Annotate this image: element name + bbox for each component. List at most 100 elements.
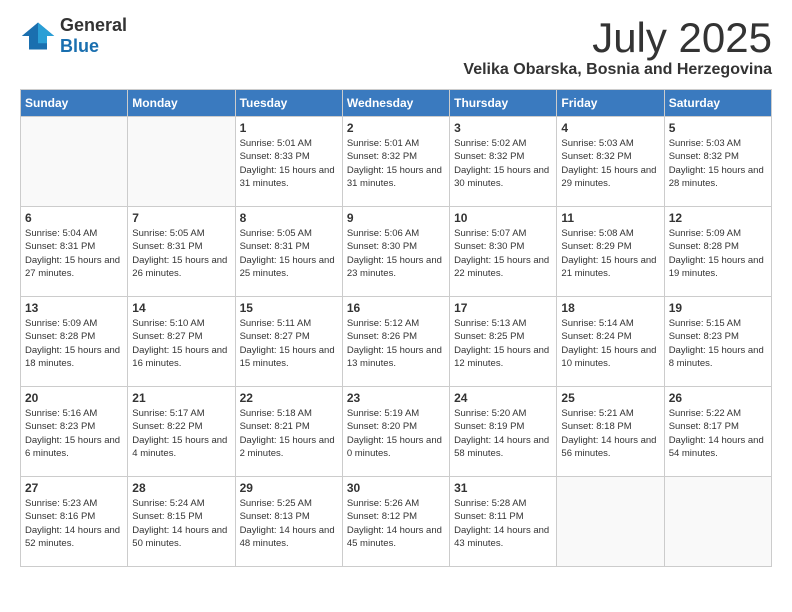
day-number: 8 bbox=[240, 211, 338, 225]
week-row-3: 13 Sunrise: 5:09 AMSunset: 8:28 PMDayligh… bbox=[21, 297, 772, 387]
day-number: 16 bbox=[347, 301, 445, 315]
day-number: 27 bbox=[25, 481, 123, 495]
calendar-cell: 24 Sunrise: 5:20 AMSunset: 8:19 PMDayligh… bbox=[450, 387, 557, 477]
day-info: Sunrise: 5:26 AMSunset: 8:12 PMDaylight:… bbox=[347, 497, 445, 550]
week-row-1: 1 Sunrise: 5:01 AMSunset: 8:33 PMDaylight… bbox=[21, 117, 772, 207]
calendar-cell: 28Sunrise: 5:24 AMSunset: 8:15 PMDayligh… bbox=[128, 477, 235, 567]
day-info: Sunrise: 5:21 AMSunset: 8:18 PMDaylight:… bbox=[561, 407, 659, 460]
calendar-cell: 25Sunrise: 5:21 AMSunset: 8:18 PMDayligh… bbox=[557, 387, 664, 477]
day-number: 6 bbox=[25, 211, 123, 225]
day-number: 29 bbox=[240, 481, 338, 495]
calendar-cell: 23Sunrise: 5:19 AMSunset: 8:20 PMDayligh… bbox=[342, 387, 449, 477]
calendar-cell: 3Sunrise: 5:02 AMSunset: 8:32 PMDaylight… bbox=[450, 117, 557, 207]
calendar-cell: 11Sunrise: 5:08 AMSunset: 8:29 PMDayligh… bbox=[557, 207, 664, 297]
calendar-cell: 9 Sunrise: 5:06 AMSunset: 8:30 PMDaylight… bbox=[342, 207, 449, 297]
day-number: 15 bbox=[240, 301, 338, 315]
month-title: July 2025 bbox=[463, 15, 772, 61]
logo-general: General bbox=[60, 15, 127, 35]
day-info: Sunrise: 5:12 AMSunset: 8:26 PMDaylight:… bbox=[347, 317, 445, 370]
day-number: 2 bbox=[347, 121, 445, 135]
day-info: Sunrise: 5:09 AMSunset: 8:28 PMDaylight:… bbox=[25, 317, 123, 370]
day-number: 18 bbox=[561, 301, 659, 315]
day-number: 30 bbox=[347, 481, 445, 495]
day-info: Sunrise: 5:04 AMSunset: 8:31 PMDaylight:… bbox=[25, 227, 123, 280]
day-info: Sunrise: 5:03 AMSunset: 8:32 PMDaylight:… bbox=[669, 137, 767, 190]
calendar-cell bbox=[664, 477, 771, 567]
day-info: Sunrise: 5:25 AMSunset: 8:13 PMDaylight:… bbox=[240, 497, 338, 550]
calendar-cell: 6 Sunrise: 5:04 AMSunset: 8:31 PMDaylight… bbox=[21, 207, 128, 297]
logo-icon bbox=[20, 18, 56, 54]
day-info: Sunrise: 5:15 AMSunset: 8:23 PMDaylight:… bbox=[669, 317, 767, 370]
day-number: 20 bbox=[25, 391, 123, 405]
day-info: Sunrise: 5:05 AMSunset: 8:31 PMDaylight:… bbox=[132, 227, 230, 280]
day-number: 22 bbox=[240, 391, 338, 405]
day-info: Sunrise: 5:13 AMSunset: 8:25 PMDaylight:… bbox=[454, 317, 552, 370]
day-info: Sunrise: 5:23 AMSunset: 8:16 PMDaylight:… bbox=[25, 497, 123, 550]
day-info: Sunrise: 5:03 AMSunset: 8:32 PMDaylight:… bbox=[561, 137, 659, 190]
logo-blue: Blue bbox=[60, 36, 99, 56]
header-row: SundayMondayTuesdayWednesdayThursdayFrid… bbox=[21, 90, 772, 117]
logo-text: General Blue bbox=[60, 15, 127, 57]
day-number: 19 bbox=[669, 301, 767, 315]
header-day-monday: Monday bbox=[128, 90, 235, 117]
calendar-cell: 30 Sunrise: 5:26 AMSunset: 8:12 PMDayligh… bbox=[342, 477, 449, 567]
day-info: Sunrise: 5:14 AMSunset: 8:24 PMDaylight:… bbox=[561, 317, 659, 370]
day-number: 17 bbox=[454, 301, 552, 315]
page-header: General Blue July 2025 Velika Obarska, B… bbox=[20, 15, 772, 79]
day-info: Sunrise: 5:22 AMSunset: 8:17 PMDaylight:… bbox=[669, 407, 767, 460]
calendar-table: SundayMondayTuesdayWednesdayThursdayFrid… bbox=[20, 89, 772, 567]
day-number: 1 bbox=[240, 121, 338, 135]
day-info: Sunrise: 5:06 AMSunset: 8:30 PMDaylight:… bbox=[347, 227, 445, 280]
day-info: Sunrise: 5:01 AMSunset: 8:32 PMDaylight:… bbox=[347, 137, 445, 190]
calendar-cell: 12 Sunrise: 5:09 AMSunset: 8:28 PMDayligh… bbox=[664, 207, 771, 297]
header-day-thursday: Thursday bbox=[450, 90, 557, 117]
calendar-cell: 7 Sunrise: 5:05 AMSunset: 8:31 PMDaylight… bbox=[128, 207, 235, 297]
header-day-tuesday: Tuesday bbox=[235, 90, 342, 117]
calendar-cell bbox=[557, 477, 664, 567]
day-number: 5 bbox=[669, 121, 767, 135]
week-row-5: 27 Sunrise: 5:23 AMSunset: 8:16 PMDayligh… bbox=[21, 477, 772, 567]
day-number: 24 bbox=[454, 391, 552, 405]
calendar-cell: 13 Sunrise: 5:09 AMSunset: 8:28 PMDayligh… bbox=[21, 297, 128, 387]
header-day-friday: Friday bbox=[557, 90, 664, 117]
week-row-2: 6 Sunrise: 5:04 AMSunset: 8:31 PMDaylight… bbox=[21, 207, 772, 297]
day-number: 21 bbox=[132, 391, 230, 405]
calendar-cell: 29 Sunrise: 5:25 AMSunset: 8:13 PMDayligh… bbox=[235, 477, 342, 567]
header-day-wednesday: Wednesday bbox=[342, 90, 449, 117]
day-number: 31 bbox=[454, 481, 552, 495]
calendar-cell: 5 Sunrise: 5:03 AMSunset: 8:32 PMDaylight… bbox=[664, 117, 771, 207]
day-number: 13 bbox=[25, 301, 123, 315]
day-info: Sunrise: 5:16 AMSunset: 8:23 PMDaylight:… bbox=[25, 407, 123, 460]
day-info: Sunrise: 5:01 AMSunset: 8:33 PMDaylight:… bbox=[240, 137, 338, 190]
logo: General Blue bbox=[20, 15, 127, 57]
calendar-cell: 26Sunrise: 5:22 AMSunset: 8:17 PMDayligh… bbox=[664, 387, 771, 477]
day-info: Sunrise: 5:20 AMSunset: 8:19 PMDaylight:… bbox=[454, 407, 552, 460]
day-info: Sunrise: 5:11 AMSunset: 8:27 PMDaylight:… bbox=[240, 317, 338, 370]
day-number: 3 bbox=[454, 121, 552, 135]
location-title: Velika Obarska, Bosnia and Herzegovina bbox=[463, 61, 772, 79]
calendar-cell: 4Sunrise: 5:03 AMSunset: 8:32 PMDaylight… bbox=[557, 117, 664, 207]
day-info: Sunrise: 5:28 AMSunset: 8:11 PMDaylight:… bbox=[454, 497, 552, 550]
calendar-cell: 21 Sunrise: 5:17 AMSunset: 8:22 PMDayligh… bbox=[128, 387, 235, 477]
calendar-cell: 10Sunrise: 5:07 AMSunset: 8:30 PMDayligh… bbox=[450, 207, 557, 297]
day-number: 12 bbox=[669, 211, 767, 225]
calendar-cell bbox=[128, 117, 235, 207]
day-info: Sunrise: 5:05 AMSunset: 8:31 PMDaylight:… bbox=[240, 227, 338, 280]
calendar-cell: 18 Sunrise: 5:14 AMSunset: 8:24 PMDayligh… bbox=[557, 297, 664, 387]
day-info: Sunrise: 5:07 AMSunset: 8:30 PMDaylight:… bbox=[454, 227, 552, 280]
day-info: Sunrise: 5:09 AMSunset: 8:28 PMDaylight:… bbox=[669, 227, 767, 280]
title-block: July 2025 Velika Obarska, Bosnia and Her… bbox=[463, 15, 772, 79]
day-number: 7 bbox=[132, 211, 230, 225]
day-number: 11 bbox=[561, 211, 659, 225]
header-day-saturday: Saturday bbox=[664, 90, 771, 117]
calendar-cell: 8 Sunrise: 5:05 AMSunset: 8:31 PMDaylight… bbox=[235, 207, 342, 297]
day-number: 9 bbox=[347, 211, 445, 225]
calendar-cell: 1 Sunrise: 5:01 AMSunset: 8:33 PMDaylight… bbox=[235, 117, 342, 207]
calendar-cell: 22Sunrise: 5:18 AMSunset: 8:21 PMDayligh… bbox=[235, 387, 342, 477]
calendar-cell: 17 Sunrise: 5:13 AMSunset: 8:25 PMDayligh… bbox=[450, 297, 557, 387]
calendar-cell: 2 Sunrise: 5:01 AMSunset: 8:32 PMDaylight… bbox=[342, 117, 449, 207]
calendar-cell: 14Sunrise: 5:10 AMSunset: 8:27 PMDayligh… bbox=[128, 297, 235, 387]
calendar-cell: 16 Sunrise: 5:12 AMSunset: 8:26 PMDayligh… bbox=[342, 297, 449, 387]
calendar-cell bbox=[21, 117, 128, 207]
day-info: Sunrise: 5:17 AMSunset: 8:22 PMDaylight:… bbox=[132, 407, 230, 460]
